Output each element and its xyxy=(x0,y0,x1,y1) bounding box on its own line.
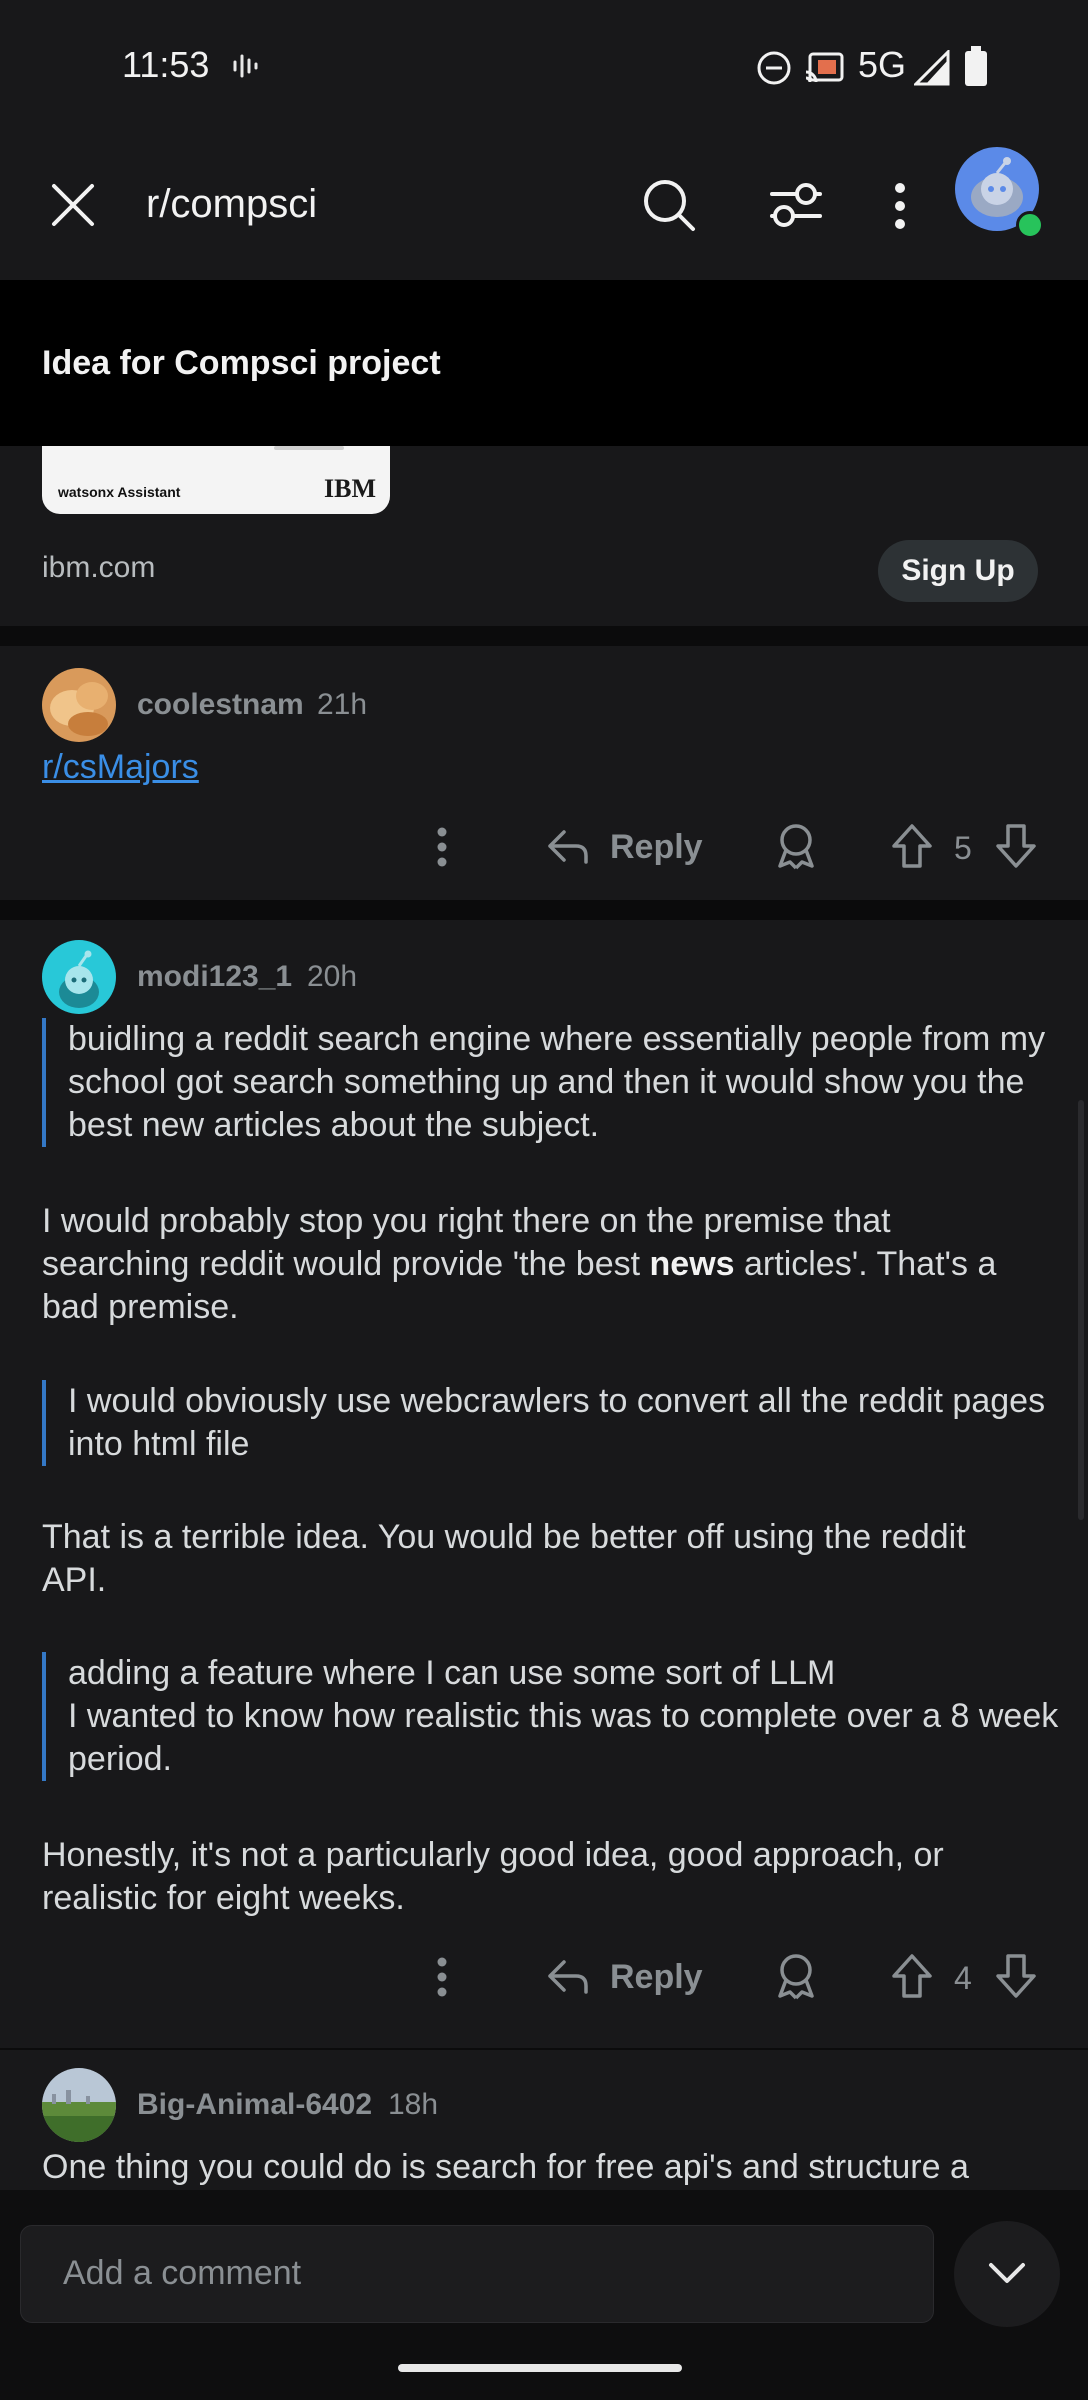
comment-username[interactable]: Big-Animal-6402 xyxy=(137,2088,372,2122)
more-options-icon[interactable] xyxy=(888,182,912,230)
upvote-icon[interactable] xyxy=(890,1952,934,2000)
comment-more-icon[interactable] xyxy=(430,826,454,868)
reply-icon[interactable] xyxy=(546,826,590,866)
comment-avatar[interactable] xyxy=(42,2068,116,2142)
chevron-down-icon xyxy=(989,2263,1025,2283)
bread-avatar-icon xyxy=(42,668,116,742)
search-icon[interactable] xyxy=(642,178,696,232)
comment-timestamp: 21h xyxy=(317,688,368,721)
ibm-logo: IBM xyxy=(324,474,376,503)
comment-more-icon[interactable] xyxy=(430,1956,454,1998)
sign-up-button[interactable]: Sign Up xyxy=(878,540,1038,602)
vote-count: 5 xyxy=(954,830,972,866)
quote-block: buidling a reddit search engine where es… xyxy=(42,1018,1068,1147)
ad-image-divider xyxy=(274,446,344,450)
status-time: 11:53 xyxy=(122,44,210,85)
ad-brand-caption: watsonx Assistant xyxy=(58,484,181,500)
subreddit-title[interactable]: r/compsci xyxy=(146,182,317,227)
online-indicator xyxy=(1016,211,1044,239)
ad-image[interactable]: watsonx Assistant IBM xyxy=(42,446,390,514)
cast-icon xyxy=(805,52,844,83)
post-title-bar[interactable]: Idea for Compsci project xyxy=(0,280,1088,446)
status-bar: 11:53 5G xyxy=(0,0,1088,130)
quote-line: I wanted to know how realistic this was … xyxy=(68,1697,1059,1778)
reply-icon[interactable] xyxy=(546,1956,590,1996)
do-not-disturb-icon xyxy=(757,51,791,85)
ad-domain[interactable]: ibm.com xyxy=(42,551,155,585)
downvote-icon[interactable] xyxy=(994,1952,1038,2000)
signal-icon xyxy=(914,50,950,86)
scrollbar[interactable] xyxy=(1078,1100,1084,1520)
reply-button[interactable]: Reply xyxy=(610,1958,703,1997)
reply-button[interactable]: Reply xyxy=(610,828,703,867)
comment-paragraph: I would probably stop you right there on… xyxy=(42,1200,1042,1329)
close-icon[interactable] xyxy=(50,182,96,228)
home-indicator[interactable] xyxy=(398,2364,682,2372)
comment-username[interactable]: coolestnam xyxy=(137,688,304,722)
comment-paragraph: Honestly, it's not a particularly good i… xyxy=(42,1836,944,1917)
landscape-avatar-icon xyxy=(42,2068,116,2142)
vote-count: 4 xyxy=(954,1960,972,1996)
app-bar: r/compsci xyxy=(0,130,1088,280)
award-icon[interactable] xyxy=(774,822,818,870)
bold-text: news xyxy=(649,1245,735,1283)
snoo-avatar-icon xyxy=(59,950,99,1008)
post-title: Idea for Compsci project xyxy=(42,344,441,382)
award-icon[interactable] xyxy=(774,1952,818,2000)
comment-avatar[interactable] xyxy=(42,940,116,1014)
comment: Big-Animal-6402 18h One thing you could … xyxy=(0,2050,1088,2190)
upvote-icon[interactable] xyxy=(890,822,934,870)
subreddit-link[interactable]: r/csMajors xyxy=(42,748,199,787)
voice-activity-icon xyxy=(233,54,258,78)
quote-line: adding a feature where I can use some so… xyxy=(68,1654,836,1692)
add-comment-placeholder: Add a comment xyxy=(63,2254,302,2292)
quote-block: I would obviously use webcrawlers to con… xyxy=(42,1380,1068,1466)
battery-icon xyxy=(965,46,987,86)
comment-username[interactable]: modi123_1 xyxy=(137,960,292,994)
downvote-icon[interactable] xyxy=(994,822,1038,870)
comment-timestamp: 20h xyxy=(307,960,358,993)
filter-icon[interactable] xyxy=(768,180,824,230)
comment-avatar[interactable] xyxy=(42,668,116,742)
comment-paragraph: One thing you could do is search for fre… xyxy=(42,2148,969,2186)
network-type: 5G xyxy=(858,44,907,85)
comment-timestamp: 18h xyxy=(388,2088,439,2121)
add-comment-input[interactable]: Add a comment xyxy=(20,2225,934,2323)
quote-block: adding a feature where I can use some so… xyxy=(42,1652,1068,1781)
collapse-button[interactable] xyxy=(954,2221,1060,2327)
comment-paragraph: That is a terrible idea. You would be be… xyxy=(42,1518,966,1599)
